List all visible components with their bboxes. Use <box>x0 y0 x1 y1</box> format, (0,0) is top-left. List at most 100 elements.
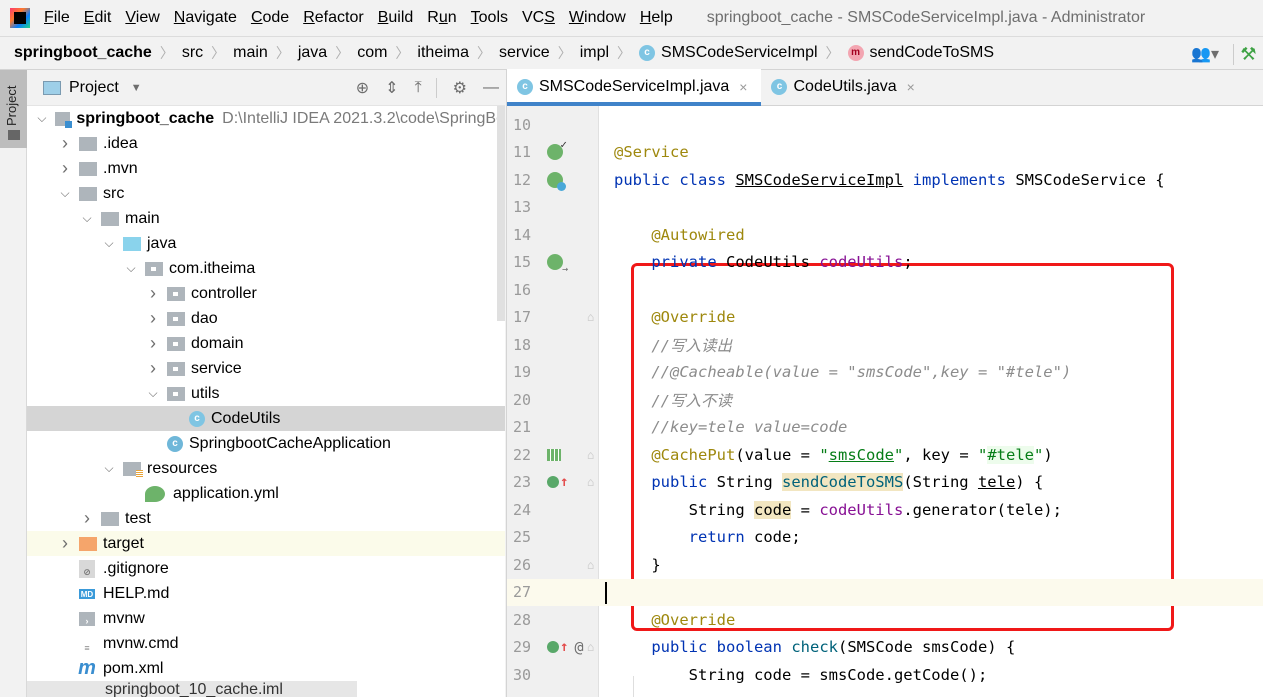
build-hammer-icon[interactable]: ⚒ <box>1233 43 1263 65</box>
menu-window[interactable]: Window <box>569 9 626 27</box>
tree-item[interactable]: › dao <box>27 306 505 331</box>
chevron-right-icon[interactable]: › <box>57 158 73 179</box>
tree-item[interactable]: ⊘ .gitignore <box>27 556 505 581</box>
menu-help[interactable]: Help <box>640 9 673 27</box>
close-icon[interactable]: × <box>739 79 747 95</box>
arrow-up-icon[interactable]: ↑ <box>560 474 568 490</box>
spring-bean-icon[interactable] <box>547 138 567 161</box>
close-icon[interactable]: × <box>907 79 915 95</box>
breadcrumb-item[interactable]: com <box>357 44 387 62</box>
chevron-down-icon[interactable]: ⌵ <box>35 111 49 126</box>
tree-item[interactable]: c SpringbootCacheApplication <box>27 431 505 456</box>
chevron-down-icon[interactable]: ⌵ <box>57 186 73 201</box>
code-line[interactable]: 24 String code = codeUtils.generator(tel… <box>507 496 1263 524</box>
code-line[interactable]: 10 <box>507 111 1263 139</box>
breadcrumb-item[interactable]: java <box>298 44 327 62</box>
code-area[interactable]: 10 11 @Service 12 public class SMSCodeServic… <box>507 106 1263 697</box>
breadcrumb-item[interactable]: m sendCodeToSMS <box>847 44 994 62</box>
fold-icon[interactable]: ⌂ <box>587 475 601 489</box>
collapse-all-icon[interactable]: ⤒ <box>415 79 422 97</box>
tree-scrollbar[interactable] <box>497 106 505 321</box>
menu-view[interactable]: View <box>125 9 159 27</box>
breadcrumb-item[interactable]: main <box>233 44 268 62</box>
menu-refactor[interactable]: Refactor <box>303 9 363 27</box>
chevron-right-icon[interactable]: › <box>145 358 161 379</box>
code-line[interactable]: 12 public class SMSCodeServiceImpl implem… <box>507 166 1263 194</box>
chevron-right-icon[interactable]: › <box>145 283 161 304</box>
tree-item[interactable]: ⌵ main <box>27 206 505 231</box>
menu-file[interactable]: File <box>44 9 70 27</box>
fold-icon[interactable]: ⌂ <box>587 310 601 324</box>
fold-icon[interactable]: ⌂ <box>587 558 601 572</box>
tree-item[interactable]: MD HELP.md <box>27 581 505 606</box>
tree-item-partial[interactable]: springboot_10_cache.iml <box>27 681 357 697</box>
vcs-user-icon[interactable]: 👥▾ <box>1191 44 1219 64</box>
fold-icon[interactable]: ⌂ <box>587 640 601 654</box>
tree-item[interactable]: › domain <box>27 331 505 356</box>
tree-item[interactable]: m pom.xml <box>27 656 505 681</box>
menu-run[interactable]: Run <box>427 9 456 27</box>
tree-item[interactable]: › mvnw <box>27 606 505 631</box>
menu-code[interactable]: Code <box>251 9 289 27</box>
editor-tab[interactable]: c SMSCodeServiceImpl.java × <box>507 69 762 106</box>
arrow-up-icon[interactable]: ↑ <box>560 639 568 655</box>
chevron-down-icon[interactable]: ▼ <box>131 82 142 94</box>
breadcrumb-item[interactable]: impl <box>580 44 609 62</box>
code-line[interactable]: 30 String code = smsCode.getCode(); <box>507 661 1263 689</box>
breadcrumb-item[interactable]: src <box>182 44 203 62</box>
tree-item[interactable]: › .idea <box>27 131 505 156</box>
menu-vcs[interactable]: VCS <box>522 9 555 27</box>
chevron-down-icon[interactable]: ⌵ <box>145 386 161 401</box>
code-line[interactable]: 11 @Service <box>507 138 1263 167</box>
code-line[interactable]: 17 ⌂ @Override <box>507 304 1263 332</box>
tree-item[interactable]: ⌵ springboot_cache D:\IntelliJ IDEA 2021.3… <box>27 106 505 131</box>
code-line[interactable]: 23 ↑ ⌂ public String sendCodeToSMS(String … <box>507 469 1263 497</box>
tree-item[interactable]: ⌵ src <box>27 181 505 206</box>
menu-build[interactable]: Build <box>378 9 414 27</box>
tree-item[interactable]: › .mvn <box>27 156 505 181</box>
chevron-down-icon[interactable]: ⌵ <box>101 461 117 476</box>
menu-navigate[interactable]: Navigate <box>174 9 237 27</box>
expand-all-icon[interactable]: ⇕ <box>385 78 398 98</box>
breadcrumb-item[interactable]: service <box>499 44 550 62</box>
tree-item[interactable]: application.yml <box>27 481 505 506</box>
code-line[interactable]: 28 @Override <box>507 606 1263 634</box>
chevron-down-icon[interactable]: ⌵ <box>79 211 95 226</box>
tree-item[interactable]: ≡ mvnw.cmd <box>27 631 505 656</box>
tree-item[interactable]: c CodeUtils <box>27 406 505 431</box>
tree-item[interactable]: ⌵ utils <box>27 381 505 406</box>
tree-item[interactable]: ⌵ com.itheima <box>27 256 505 281</box>
project-tool-tab[interactable]: Project <box>0 70 27 148</box>
code-line[interactable]: 22 ⌂ @CachePut(value = "smsCode", key = "… <box>507 441 1263 469</box>
chevron-down-icon[interactable]: ⌵ <box>101 236 117 251</box>
code-line[interactable]: 13 <box>507 194 1263 222</box>
chevron-right-icon[interactable]: › <box>145 333 161 354</box>
chevron-right-icon[interactable]: › <box>57 133 73 154</box>
spring-bean-class-icon[interactable] <box>547 171 566 191</box>
breadcrumb-item[interactable]: c SMSCodeServiceImpl <box>639 44 818 62</box>
gear-icon[interactable]: ⚙ <box>453 78 467 98</box>
implements-method-icon[interactable] <box>547 476 559 489</box>
code-line[interactable]: 14 @Autowired <box>507 221 1263 249</box>
tree-item[interactable]: › target <box>27 531 505 556</box>
breadcrumb-item[interactable]: itheima <box>417 44 469 62</box>
code-line[interactable]: 21 //key=tele value=code <box>507 414 1263 442</box>
cache-icon[interactable] <box>547 448 561 461</box>
code-line[interactable]: 15 private CodeUtils codeUtils; <box>507 249 1263 277</box>
locate-icon[interactable]: ⊕ <box>356 78 369 98</box>
editor-tab[interactable]: c CodeUtils.java × <box>761 69 928 105</box>
code-line[interactable]: 16 <box>507 276 1263 304</box>
code-line[interactable]: 27 <box>507 578 1263 606</box>
code-line[interactable]: 26 ⌂ } <box>507 551 1263 579</box>
breadcrumb-item[interactable]: springboot_cache <box>14 44 152 62</box>
menu-tools[interactable]: Tools <box>471 9 508 27</box>
implements-method-icon[interactable] <box>547 641 559 654</box>
chevron-down-icon[interactable]: ⌵ <box>123 261 139 276</box>
chevron-right-icon[interactable]: › <box>145 308 161 329</box>
hide-icon[interactable]: — <box>483 79 499 97</box>
code-line[interactable]: 29 ↑ @ ⌂ public boolean check(SMSCode smsCo… <box>507 634 1263 662</box>
fold-icon[interactable]: ⌂ <box>587 448 601 462</box>
tree-item[interactable]: › test <box>27 506 505 531</box>
menu-edit[interactable]: Edit <box>84 9 112 27</box>
chevron-right-icon[interactable]: › <box>57 533 73 554</box>
